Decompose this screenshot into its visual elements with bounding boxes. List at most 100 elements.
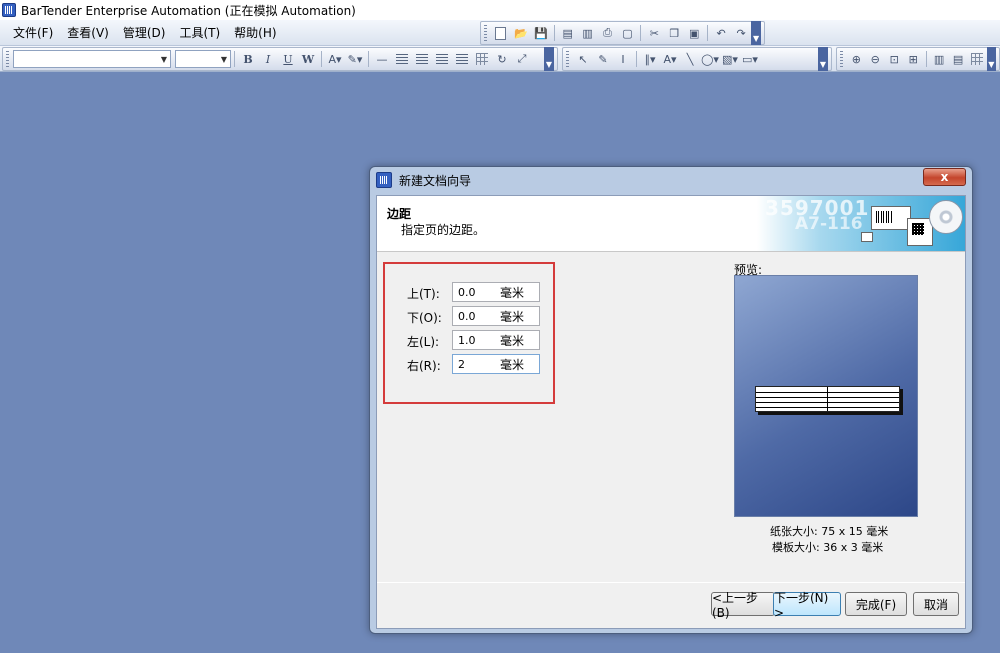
- align-center-icon[interactable]: [413, 50, 431, 68]
- shape-icon[interactable]: ◯▾: [701, 50, 719, 68]
- menu-help[interactable]: 帮助(H): [227, 23, 283, 43]
- align-objects-icon[interactable]: ▥: [931, 50, 948, 68]
- font-color-icon[interactable]: A▾: [326, 50, 344, 68]
- toolbar-grip[interactable]: [6, 51, 9, 67]
- highlight-color-icon[interactable]: ✎▾: [346, 50, 364, 68]
- bold-icon[interactable]: B: [239, 50, 257, 68]
- bottom-margin-unit: 毫米: [500, 309, 525, 324]
- toolbar-separator: [707, 25, 709, 41]
- button-divider: [377, 582, 965, 583]
- format-toolbar: ▼ ▼ B I U W A▾ ✎▾ — ↻ ⤢ ▼: [2, 47, 558, 71]
- zoom-page-icon[interactable]: ⊞: [905, 50, 922, 68]
- menu-view[interactable]: 查看(V): [60, 23, 116, 43]
- template-size-text: 模板大小: 36 x 3 毫米: [772, 541, 884, 554]
- picture-icon[interactable]: ▧▾: [721, 50, 739, 68]
- next-button[interactable]: 下一步(N) >: [773, 591, 841, 620]
- page-preview: [734, 275, 918, 517]
- left-margin-field[interactable]: 1.0 毫米: [452, 330, 540, 350]
- right-margin-label: 右(R):: [407, 359, 441, 373]
- toolbar-grip[interactable]: [566, 51, 569, 67]
- toolbar-separator: [368, 51, 369, 67]
- left-margin-value[interactable]: 1.0: [458, 334, 500, 347]
- bartender-app-icon: [376, 172, 392, 188]
- new-document-icon[interactable]: [492, 24, 510, 42]
- line-icon[interactable]: ╲: [681, 50, 699, 68]
- zoom-fit-icon[interactable]: ⊡: [886, 50, 903, 68]
- menu-manage[interactable]: 管理(D): [116, 23, 173, 43]
- new-document-wizard-dialog: 新建文档向导 x 边距 指定页的边距。 3597001 A7-116 上(T):…: [369, 166, 973, 634]
- print-setup-icon[interactable]: ⎙: [599, 24, 617, 42]
- cancel-button[interactable]: 取消: [913, 592, 959, 616]
- rotate-icon[interactable]: ↻: [493, 50, 511, 68]
- menu-tools[interactable]: 工具(T): [172, 23, 227, 43]
- zoom-in-icon[interactable]: ⊕: [848, 50, 865, 68]
- bottom-margin-value[interactable]: 0.0: [458, 310, 500, 323]
- view-toolbar: ⊕ ⊖ ⊡ ⊞ ▥ ▤ ▼: [836, 47, 1000, 71]
- zoom-out-icon[interactable]: ⊖: [867, 50, 884, 68]
- word-wrap-icon[interactable]: W: [299, 50, 317, 68]
- paste-icon[interactable]: ▣: [685, 24, 703, 42]
- distribute-icon[interactable]: ▤: [950, 50, 967, 68]
- print-preview-icon[interactable]: ▤: [559, 24, 577, 42]
- cut-icon[interactable]: ✂: [645, 24, 663, 42]
- select-pointer-icon[interactable]: ↖: [574, 50, 592, 68]
- dialog-title: 新建文档向导: [399, 173, 472, 188]
- left-margin-label: 左(L):: [407, 335, 440, 349]
- print-icon[interactable]: ▥: [579, 24, 597, 42]
- top-margin-label: 上(T):: [407, 287, 440, 301]
- object-toolbar: ↖ ✎ I ∥▾ A▾ ╲ ◯▾ ▧▾ ▭▾ ▼: [562, 47, 832, 71]
- bottom-margin-field[interactable]: 0.0 毫米: [452, 306, 540, 326]
- align-left-icon[interactable]: [393, 50, 411, 68]
- undo-icon[interactable]: ↶: [712, 24, 730, 42]
- format-toolbar-row: ▼ ▼ B I U W A▾ ✎▾ — ↻ ⤢ ▼ ↖ ✎ I ∥▾ A▾ ╲ …: [0, 46, 1000, 72]
- toolbar-overflow-icon[interactable]: ▼: [544, 47, 554, 71]
- font-name-dropdown[interactable]: ▼: [13, 50, 171, 68]
- toolbar-overflow-icon[interactable]: ▼: [818, 47, 828, 71]
- toolbar-overflow-icon[interactable]: ▼: [986, 47, 996, 71]
- top-margin-field[interactable]: 0.0 毫米: [452, 282, 540, 302]
- toolbar-separator: [234, 51, 235, 67]
- menu-file[interactable]: 文件(F): [6, 23, 60, 43]
- dialog-body: 边距 指定页的边距。 3597001 A7-116 上(T): 0.0 毫米 下…: [376, 195, 966, 629]
- font-size-dropdown[interactable]: ▼: [175, 50, 231, 68]
- grid-icon[interactable]: [969, 50, 986, 68]
- wizard-banner-image: 3597001 A7-116: [757, 196, 965, 251]
- label-template-preview: [755, 386, 900, 412]
- standard-toolbar: 📂 💾 ▤ ▥ ⎙ ▢ ✂ ❐ ▣ ↶ ↷ ▼: [480, 21, 765, 45]
- align-right-icon[interactable]: [433, 50, 451, 68]
- margins-group: 上(T): 0.0 毫米 下(O): 0.0 毫米 左(L): 1.0 毫米 右…: [383, 262, 555, 404]
- rfid-icon[interactable]: ▭▾: [741, 50, 759, 68]
- line-style-icon[interactable]: —: [373, 50, 391, 68]
- top-margin-value[interactable]: 0.0: [458, 286, 500, 299]
- text-object-icon[interactable]: A▾: [661, 50, 679, 68]
- finish-button[interactable]: 完成(F): [845, 592, 907, 616]
- right-margin-field[interactable]: 2 毫米: [452, 354, 540, 374]
- back-button[interactable]: <上一步(B): [711, 591, 775, 620]
- italic-icon[interactable]: I: [259, 50, 277, 68]
- bartender-app-icon: [2, 3, 16, 17]
- right-margin-value[interactable]: 2: [458, 358, 500, 371]
- transform-icon[interactable]: ⤢: [513, 50, 531, 68]
- toolbar-grip[interactable]: [840, 51, 843, 67]
- wizard-header: 边距 指定页的边距。 3597001 A7-116: [377, 196, 965, 252]
- dialog-title-bar[interactable]: 新建文档向导 x: [370, 167, 972, 193]
- justify-icon[interactable]: [453, 50, 471, 68]
- table-icon[interactable]: [473, 50, 491, 68]
- open-folder-icon[interactable]: 📂: [512, 24, 530, 42]
- window-title-bar: BarTender Enterprise Automation (正在模拟 Au…: [0, 0, 1000, 20]
- right-margin-unit: 毫米: [500, 357, 525, 372]
- close-button[interactable]: x: [923, 168, 966, 186]
- save-icon[interactable]: 💾: [532, 24, 550, 42]
- toolbar-overflow-icon[interactable]: ▼: [751, 21, 761, 45]
- text-cursor-icon[interactable]: I: [614, 50, 632, 68]
- page-setup-icon[interactable]: ▢: [619, 24, 637, 42]
- underline-icon[interactable]: U: [279, 50, 297, 68]
- barcode-icon[interactable]: ∥▾: [641, 50, 659, 68]
- toolbar-separator: [925, 51, 927, 67]
- window-title: BarTender Enterprise Automation (正在模拟 Au…: [21, 3, 356, 18]
- copy-icon[interactable]: ❐: [665, 24, 683, 42]
- top-margin-unit: 毫米: [500, 285, 525, 300]
- redo-icon[interactable]: ↷: [732, 24, 750, 42]
- edit-pen-icon[interactable]: ✎: [594, 50, 612, 68]
- toolbar-grip[interactable]: [484, 25, 487, 41]
